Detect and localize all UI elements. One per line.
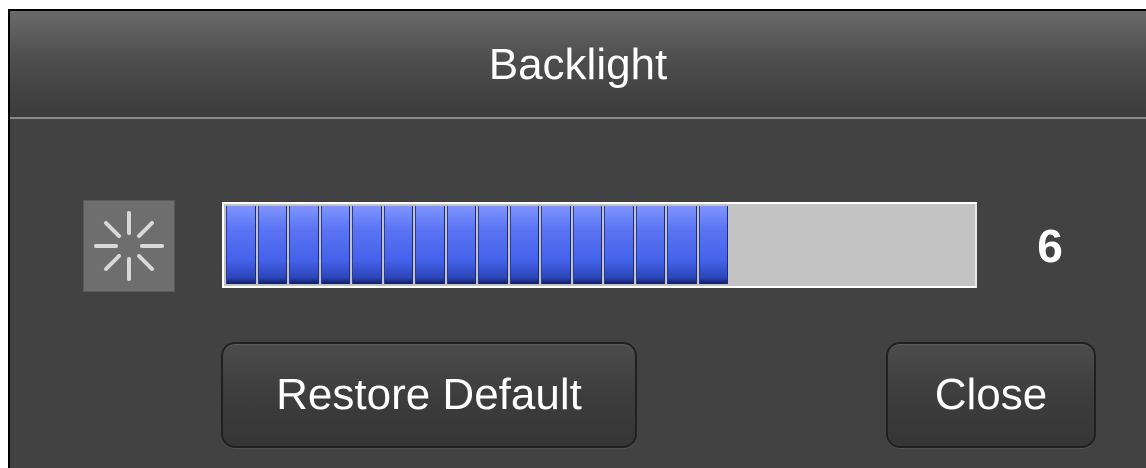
slider-segment xyxy=(415,206,445,284)
slider-segment xyxy=(383,206,413,284)
sun-rays-graphic xyxy=(94,211,164,281)
slider-segment xyxy=(446,206,476,284)
slider-segment xyxy=(289,206,319,284)
slider-segment xyxy=(320,206,350,284)
restore-default-button[interactable]: Restore Default xyxy=(221,342,637,448)
backlight-level-value: 6 xyxy=(1037,220,1063,272)
slider-segment xyxy=(698,206,728,284)
slider-segment xyxy=(667,206,697,284)
dialog-title: Backlight xyxy=(488,40,668,89)
slider-segment xyxy=(509,206,539,284)
slider-segment xyxy=(478,206,508,284)
slider-segment xyxy=(352,206,382,284)
slider-fill xyxy=(226,206,730,284)
slider-segment xyxy=(541,206,571,284)
slider-segment xyxy=(604,206,634,284)
slider-segment xyxy=(257,206,287,284)
brightness-sun-icon[interactable] xyxy=(83,200,175,292)
slider-segment xyxy=(572,206,602,284)
backlight-dialog: Backlight 6 Restore Default Close xyxy=(8,9,1146,468)
backlight-level-slider[interactable] xyxy=(222,202,977,288)
slider-segment xyxy=(226,206,256,284)
dialog-titlebar: Backlight xyxy=(10,11,1146,119)
slider-segment xyxy=(635,206,665,284)
close-button[interactable]: Close xyxy=(886,342,1096,448)
